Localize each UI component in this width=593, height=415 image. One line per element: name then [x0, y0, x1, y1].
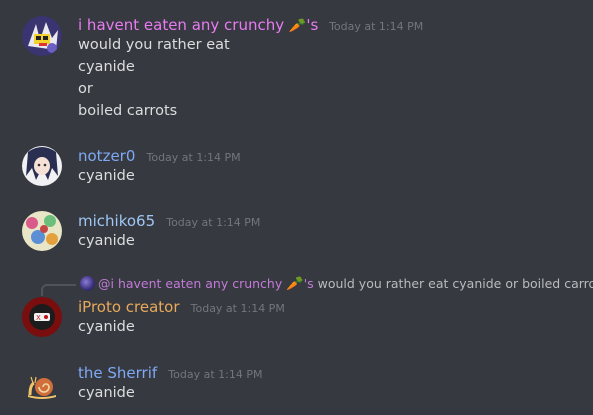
- message-text: cyanide: [78, 59, 135, 75]
- svg-text:X: X: [36, 314, 41, 322]
- reply-mention[interactable]: @i havent eaten any crunchy: [98, 276, 282, 291]
- avatar-image-icon: [22, 16, 62, 56]
- timestamp[interactable]: Today at 1:14 PM: [166, 216, 260, 229]
- author-name[interactable]: i havent eaten any crunchy 🥕's: [78, 16, 323, 34]
- timestamp[interactable]: Today at 1:14 PM: [146, 151, 240, 164]
- reply-text[interactable]: would you rather eat cyanide or boiled c…: [318, 276, 593, 291]
- reply-connector: [41, 284, 76, 296]
- message-text: cyanide: [78, 385, 135, 401]
- message-text: cyanide: [78, 319, 135, 335]
- avatar-image-icon: X: [22, 297, 62, 337]
- timestamp[interactable]: Today at 1:14 PM: [329, 20, 423, 33]
- message-text: or: [78, 81, 93, 97]
- reply-avatar-icon: [80, 276, 95, 291]
- author-name[interactable]: the Sherrif: [78, 364, 157, 382]
- carrot-emoji: 🥕: [286, 276, 304, 292]
- avatar[interactable]: [22, 211, 62, 251]
- avatar[interactable]: [22, 146, 62, 186]
- author-name-text[interactable]: i havent eaten any crunchy: [78, 16, 284, 34]
- author-name-suffix[interactable]: 's: [306, 16, 318, 34]
- message-text: would you rather eat: [78, 37, 230, 53]
- message-text: cyanide: [78, 233, 135, 249]
- avatar[interactable]: [22, 363, 62, 403]
- reply-mention-suffix[interactable]: 's: [304, 276, 314, 291]
- timestamp[interactable]: Today at 1:14 PM: [168, 368, 262, 381]
- message-text: cyanide: [78, 168, 135, 184]
- author-name[interactable]: michiko65: [78, 212, 155, 230]
- avatar[interactable]: [22, 16, 62, 56]
- reply-preview[interactable]: @i havent eaten any crunchy 🥕's would yo…: [80, 276, 593, 292]
- message-text: boiled carrots: [78, 103, 178, 119]
- snail-icon: [28, 376, 56, 399]
- avatar-image-icon: [22, 211, 62, 251]
- carrot-emoji: 🥕: [288, 18, 307, 34]
- author-name[interactable]: notzer0: [78, 147, 135, 165]
- avatar-image-icon: [22, 146, 62, 186]
- timestamp[interactable]: Today at 1:14 PM: [191, 302, 285, 315]
- author-name[interactable]: iProto creator: [78, 298, 180, 316]
- avatar[interactable]: X: [22, 297, 62, 337]
